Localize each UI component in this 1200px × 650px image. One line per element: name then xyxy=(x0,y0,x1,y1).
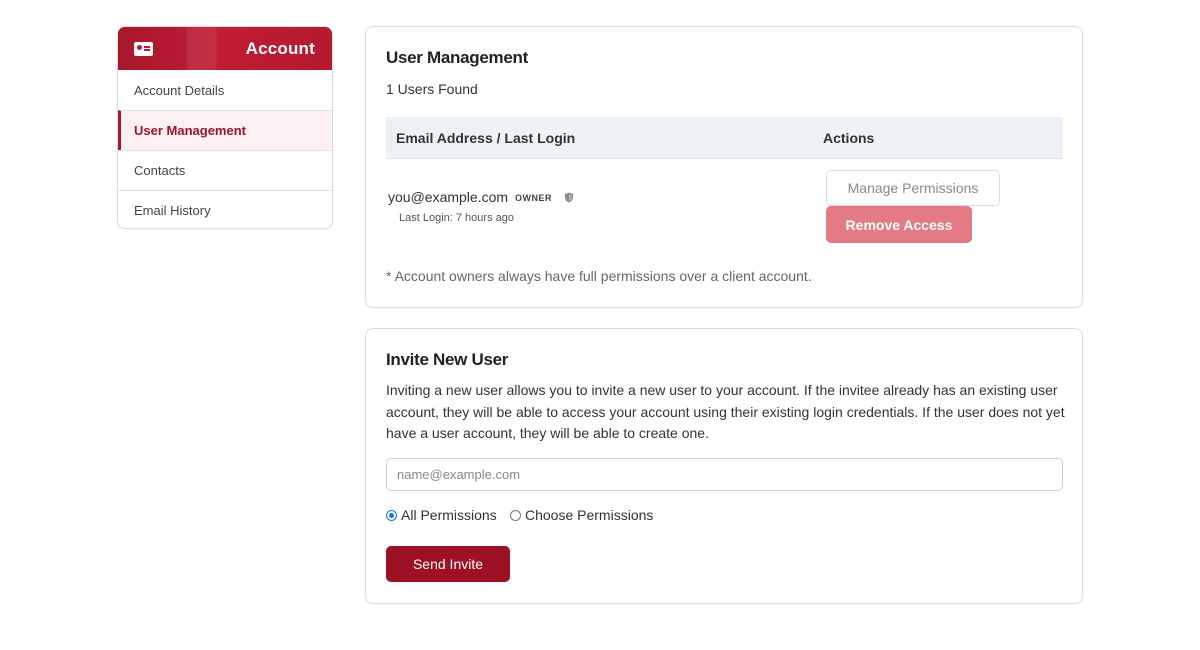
user-management-panel: User Management 1 Users Found Email Addr… xyxy=(365,26,1083,308)
radio-all-permissions[interactable]: All Permissions xyxy=(386,507,497,523)
sidebar-item-contacts[interactable]: Contacts xyxy=(118,150,332,190)
send-invite-button[interactable]: Send Invite xyxy=(386,546,510,582)
column-header-email: Email Address / Last Login xyxy=(396,130,576,146)
sidebar-item-account-details[interactable]: Account Details xyxy=(118,70,332,110)
radio-button[interactable] xyxy=(386,509,397,521)
invite-description: Inviting a new user allows you to invite… xyxy=(386,382,1065,441)
radio-label: All Permissions xyxy=(401,507,497,523)
manage-permissions-button[interactable]: Manage Permissions xyxy=(826,170,1000,206)
sidebar-item-email-history[interactable]: Email History xyxy=(118,190,332,228)
panel-title: User Management xyxy=(386,48,528,67)
sidebar-header: Account xyxy=(118,27,332,70)
users-count: 1 Users Found xyxy=(386,81,478,97)
panel-title: Invite New User xyxy=(386,350,509,369)
sidebar-item-user-management[interactable]: User Management xyxy=(118,110,332,150)
sidebar-title: Account xyxy=(245,38,315,58)
invite-email-input[interactable] xyxy=(386,458,1063,491)
account-sidebar: Account Account Details User Management … xyxy=(117,26,333,229)
last-login: Last Login: 7 hours ago xyxy=(399,212,514,224)
user-email: you@example.com xyxy=(388,189,509,205)
column-header-actions: Actions xyxy=(823,130,875,146)
id-card-icon xyxy=(134,41,153,56)
radio-button[interactable] xyxy=(510,509,521,521)
radio-label: Choose Permissions xyxy=(525,507,654,523)
table-header: Email Address / Last Login Actions xyxy=(386,117,1063,159)
radio-choose-permissions[interactable]: Choose Permissions xyxy=(510,507,653,523)
shield-icon xyxy=(564,192,574,203)
owner-badge: OWNER xyxy=(515,193,552,203)
remove-access-button[interactable]: Remove Access xyxy=(826,206,972,243)
owners-note: * Account owners always have full permis… xyxy=(386,268,812,284)
invite-user-panel: Invite New User Inviting a new user allo… xyxy=(365,328,1083,604)
